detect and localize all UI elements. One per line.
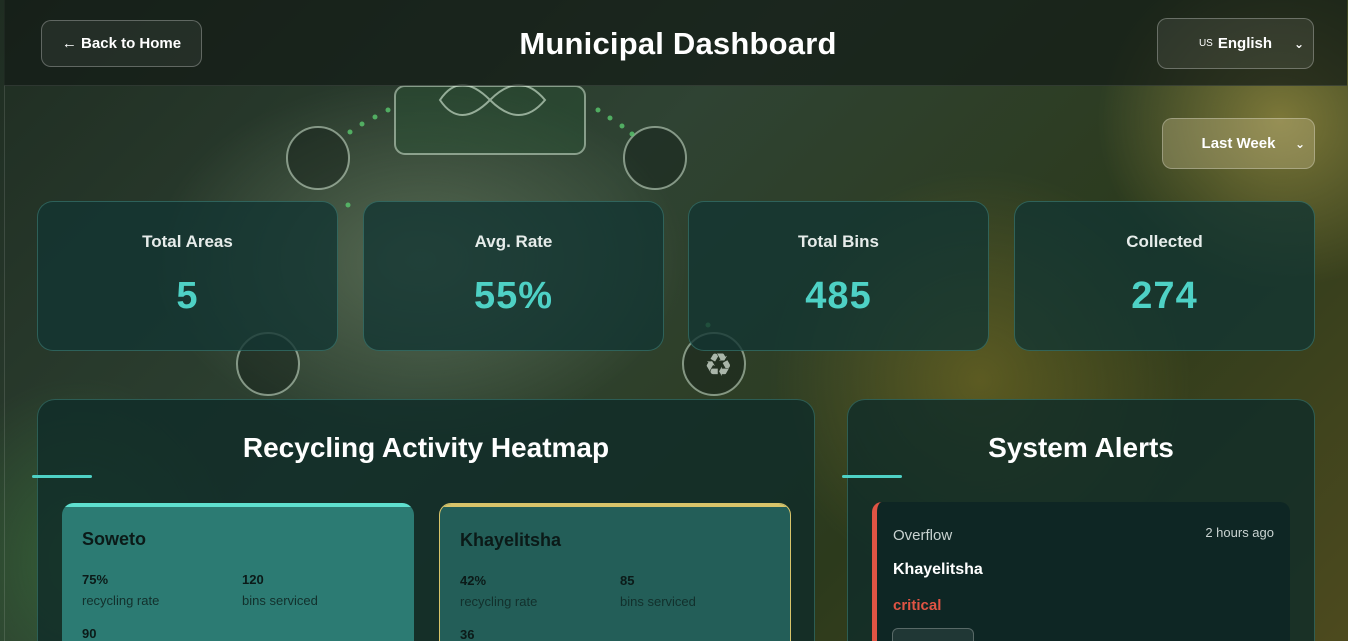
title-accent-bar bbox=[32, 475, 92, 478]
metric-label: recycling rate bbox=[82, 593, 160, 608]
language-select[interactable]: US English ⌄ bbox=[1157, 18, 1314, 69]
page-title: Municipal Dashboard bbox=[519, 26, 837, 61]
flag-icon: US bbox=[1198, 38, 1213, 49]
stat-card-collected: Collected 274 bbox=[1014, 201, 1315, 351]
metric-value: 75% bbox=[82, 572, 109, 587]
time-range-value: Last Week bbox=[1201, 135, 1276, 152]
stat-value: 55% bbox=[473, 275, 554, 317]
stat-card-avg-rate: Avg. Rate 55% bbox=[363, 201, 664, 351]
alert-area: Khayelitsha bbox=[893, 561, 983, 578]
metric-bins-serviced: 120 bins serviced bbox=[242, 572, 318, 608]
area-name: Soweto bbox=[82, 529, 147, 549]
area-card-soweto[interactable]: Soweto 75% recycling rate 120 bins servi… bbox=[62, 503, 414, 641]
metric-value: 42% bbox=[460, 573, 487, 588]
metric-recycling-rate: 42% recycling rate bbox=[460, 573, 537, 609]
metric-label: bins serviced bbox=[620, 594, 696, 609]
metric-value: 85 bbox=[620, 573, 635, 588]
chevron-down-icon: ⌄ bbox=[1293, 36, 1304, 51]
top-header: ← Back to Home Municipal Dashboard bbox=[4, 0, 1347, 86]
area-name: Khayelitsha bbox=[460, 530, 562, 550]
alerts-panel: System Alerts Overflow 2 hours ago Khaye… bbox=[842, 399, 1315, 641]
alerts-title: System Alerts bbox=[988, 432, 1174, 463]
metric-value: 36 bbox=[460, 627, 475, 641]
metric-label: recycling rate bbox=[460, 594, 538, 609]
alert-severity: critical bbox=[893, 597, 942, 614]
metric-recycling-rate: 75% recycling rate bbox=[82, 572, 159, 608]
time-range-select[interactable]: Last Week ⌄ bbox=[1162, 118, 1315, 169]
alert-type: Overflow bbox=[893, 527, 953, 544]
language-value: English bbox=[1217, 35, 1273, 52]
heatmap-title: Recycling Activity Heatmap bbox=[242, 432, 610, 463]
stat-card-total-areas: Total Areas 5 bbox=[37, 201, 338, 351]
heatmap-panel: Recycling Activity Heatmap Soweto 75% re… bbox=[32, 399, 815, 641]
chevron-down-icon: ⌄ bbox=[1294, 136, 1305, 151]
title-accent-bar bbox=[842, 475, 902, 478]
stat-label: Total Bins bbox=[798, 232, 879, 251]
stat-value: 5 bbox=[176, 275, 199, 317]
metric-label: bins serviced bbox=[242, 593, 318, 608]
alert-item[interactable]: Overflow 2 hours ago Khayelitsha critica… bbox=[872, 502, 1290, 641]
metric-third: 90 bbox=[82, 626, 96, 641]
stat-value: 485 bbox=[805, 275, 872, 317]
metric-bins-serviced: 85 bins serviced bbox=[620, 573, 696, 609]
stat-value: 274 bbox=[1131, 275, 1198, 317]
area-accent-bar bbox=[440, 504, 790, 507]
alert-action-button[interactable] bbox=[892, 628, 974, 641]
area-card-khayelitsha[interactable]: Khayelitsha 42% recycling rate 85 bins s… bbox=[439, 503, 791, 641]
alert-time: 2 hours ago bbox=[1205, 525, 1274, 540]
metric-third: 36 bbox=[460, 627, 474, 641]
stat-card-total-bins: Total Bins 485 bbox=[688, 201, 989, 351]
metric-value: 90 bbox=[82, 626, 97, 641]
stat-label: Avg. Rate bbox=[474, 232, 553, 251]
area-accent-bar bbox=[62, 503, 414, 507]
metric-value: 120 bbox=[242, 572, 264, 587]
stat-label: Total Areas bbox=[142, 232, 233, 251]
stat-label: Collected bbox=[1126, 232, 1203, 251]
